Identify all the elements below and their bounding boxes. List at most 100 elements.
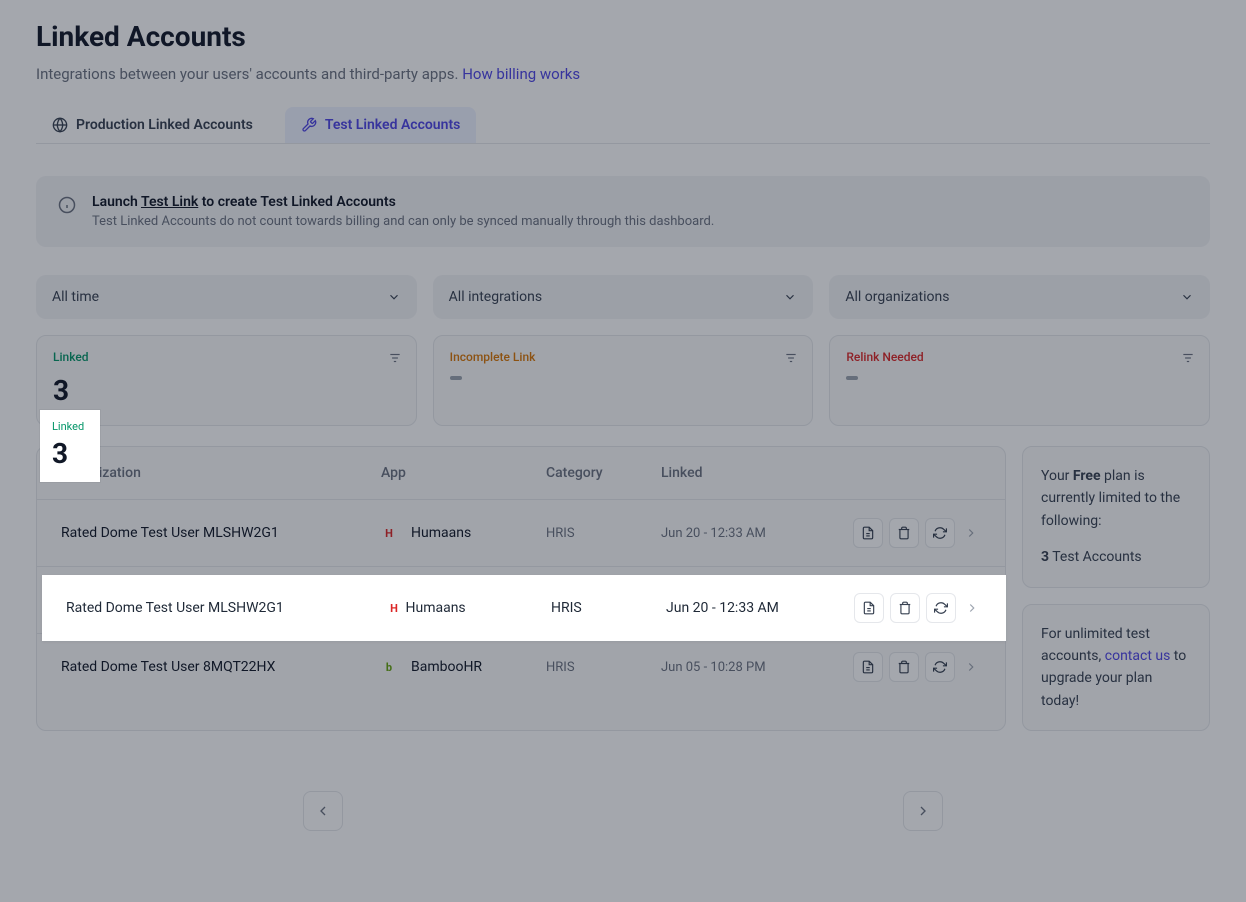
delete-button[interactable] [889,518,919,548]
row-app-name: Humaans [405,600,465,616]
table-row[interactable]: Rated Dome Test User 8MQT22HX b BambooHR… [37,633,1005,700]
chevron-left-icon [315,803,331,819]
plan-pre: Your [1041,468,1073,484]
row-org: Rated Dome Test User 8MQT22HX [61,659,381,675]
app-icon: H [381,525,397,541]
trash-icon [897,526,911,540]
row-linked: Jun 05 - 10:28 PM [661,660,831,675]
prev-page-button[interactable] [303,791,343,831]
stat-incomplete[interactable]: Incomplete Link [433,335,814,426]
contact-us-link[interactable]: contact us [1105,648,1171,664]
tab-test[interactable]: Test Linked Accounts [285,107,476,143]
filter-integrations-label: All integrations [449,289,542,305]
pagination [36,791,1210,831]
copy-button[interactable] [853,652,883,682]
filter-integrations[interactable]: All integrations [433,275,814,319]
refresh-button[interactable] [925,518,955,548]
banner-subtitle: Test Linked Accounts do not count toward… [92,214,1188,229]
chevron-right-icon [964,660,978,674]
refresh-button[interactable] [925,652,955,682]
row-org: Rated Dome Test User MLSHW2G1 [61,525,381,541]
tab-test-label: Test Linked Accounts [325,117,460,133]
test-link-link[interactable]: Test Link [141,194,198,210]
col-header-linked[interactable]: Linked [661,465,981,481]
tab-production[interactable]: Production Linked Accounts [36,107,269,143]
trash-icon [897,660,911,674]
col-header-app[interactable]: App [381,465,546,481]
subtitle-text: Integrations between your users' account… [36,65,462,83]
refresh-icon [933,660,947,674]
plan-count-label: Test Accounts [1049,549,1142,565]
app-icon: b [381,659,397,675]
stat-linked-label: Linked [53,350,400,364]
sidebar-area: Your Free plan is currently limited to t… [1022,446,1210,731]
globe-icon [52,117,68,133]
app-icon-humaans: H [386,600,402,616]
copy-button[interactable] [853,518,883,548]
refresh-icon [934,601,948,615]
row-app-name: Humaans [411,525,471,541]
table-header: Organization App Category Linked [37,447,1005,499]
chevron-down-icon [783,290,797,304]
document-icon [862,601,876,615]
info-icon [58,194,76,229]
banner-title: Launch Test Link to create Test Linked A… [92,194,1188,210]
delete-button[interactable] [889,652,919,682]
filter-orgs-label: All organizations [845,289,949,305]
highlight-stat-label: Linked [52,420,84,433]
stat-incomplete-label: Incomplete Link [450,350,797,364]
table-row[interactable]: Rated Dome Test User MLSHW2G1 H Humaans … [37,499,1005,566]
tab-production-label: Production Linked Accounts [76,117,253,133]
row-org: Rated Dome Test User MLSHW2G1 [66,600,386,616]
wrench-icon [301,117,317,133]
stat-relink-dash [846,376,858,380]
row-app: H Humaans [386,600,551,617]
filter-icon[interactable] [388,350,402,369]
row-app: b BambooHR [381,659,546,675]
stat-incomplete-dash [450,376,462,380]
chevron-right-icon [915,803,931,819]
delete-button[interactable] [890,593,920,623]
chevron-right-icon [965,601,979,615]
col-header-category[interactable]: Category [546,465,661,481]
refresh-icon [933,526,947,540]
filter-icon[interactable] [1181,350,1195,369]
chevron-right-icon [964,526,978,540]
row-app-name: BambooHR [411,659,482,675]
row-app: H Humaans [381,525,546,541]
stat-relink-label: Relink Needed [846,350,1193,364]
row-chevron[interactable] [961,526,981,540]
col-header-org[interactable]: Organization [61,465,381,481]
row-category: HRIS [546,526,661,541]
banner-title-suffix: to create Test Linked Accounts [198,194,396,210]
highlight-row[interactable]: Rated Dome Test User MLSHW2G1 H Humaans … [42,575,1006,641]
chevron-down-icon [1180,290,1194,304]
next-page-button[interactable] [903,791,943,831]
filter-organizations[interactable]: All organizations [829,275,1210,319]
highlight-stat-value: 3 [52,437,84,470]
plan-count: 3 [1041,549,1049,565]
filter-time-label: All time [52,289,99,305]
stat-row: Linked 3 Incomplete Link Relink Needed [36,335,1210,426]
row-chevron[interactable] [962,601,982,615]
highlight-stat-linked: Linked 3 [40,410,100,482]
row-category: HRIS [551,600,666,616]
banner-title-prefix: Launch [92,194,141,210]
stat-relink[interactable]: Relink Needed [829,335,1210,426]
stat-linked-value: 3 [53,374,400,407]
row-linked: Jun 20 - 12:33 AM [661,526,831,541]
row-chevron[interactable] [961,660,981,674]
upgrade-card: For unlimited test accounts, contact us … [1022,604,1210,732]
document-icon [861,660,875,674]
filter-icon[interactable] [784,350,798,369]
billing-link[interactable]: How billing works [462,65,580,83]
page-title: Linked Accounts [36,20,1210,53]
copy-button[interactable] [854,593,884,623]
refresh-button[interactable] [926,593,956,623]
chevron-down-icon [387,290,401,304]
document-icon [861,526,875,540]
filter-time[interactable]: All time [36,275,417,319]
plan-limit-card: Your Free plan is currently limited to t… [1022,446,1210,588]
trash-icon [898,601,912,615]
page-subtitle: Integrations between your users' account… [36,65,1210,83]
